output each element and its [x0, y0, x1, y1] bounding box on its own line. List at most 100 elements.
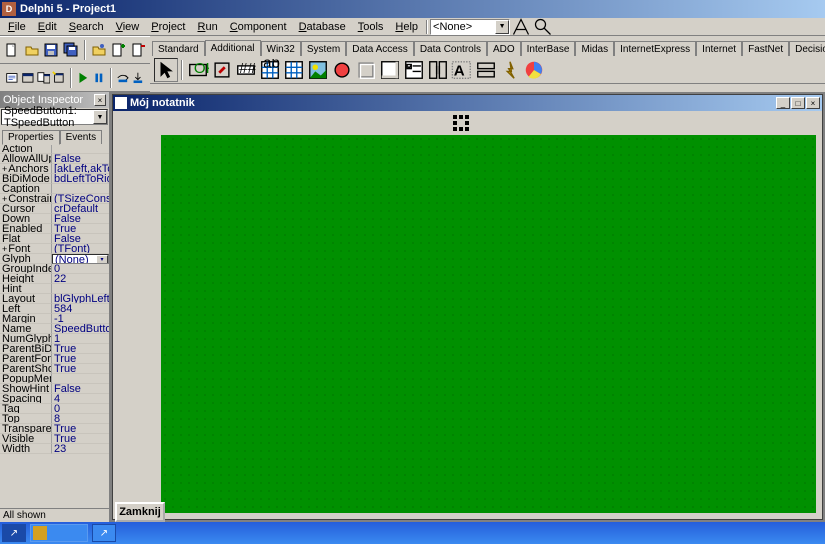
- menu-file[interactable]: File: [2, 20, 32, 34]
- prop-value[interactable]: -1: [52, 314, 109, 324]
- palette-tab-data-controls[interactable]: Data Controls: [414, 41, 487, 56]
- menu-database[interactable]: Database: [293, 20, 352, 34]
- prop-row-enabled[interactable]: EnabledTrue: [0, 224, 109, 234]
- prop-row-showhint[interactable]: ShowHintFalse: [0, 384, 109, 394]
- tab-properties[interactable]: Properties: [2, 130, 60, 145]
- palette-tab-interbase[interactable]: InterBase: [521, 41, 576, 56]
- prop-row-glyph[interactable]: Glyph(None)▾: [0, 254, 109, 264]
- prop-value[interactable]: False: [52, 214, 109, 224]
- comp-checklistbox-icon[interactable]: [402, 58, 426, 82]
- palette-tab-midas[interactable]: Midas: [575, 41, 614, 56]
- palette-tab-decision-cube[interactable]: Decision Cube: [789, 41, 825, 56]
- menu-view[interactable]: View: [110, 20, 146, 34]
- prop-row-width[interactable]: Width23: [0, 444, 109, 454]
- inspector-selector[interactable]: SpeedButton1: TSpeedButton ▼: [1, 109, 108, 125]
- prop-value[interactable]: bdLeftToRight: [52, 174, 109, 184]
- prop-value[interactable]: True: [52, 344, 109, 354]
- prop-row-flat[interactable]: FlatFalse: [0, 234, 109, 244]
- prop-row-action[interactable]: Action: [0, 144, 109, 154]
- prop-row-hint[interactable]: Hint: [0, 284, 109, 294]
- palette-tab-fastnet[interactable]: FastNet: [742, 41, 789, 56]
- comp-statictext-icon[interactable]: A: [450, 58, 474, 82]
- form-client[interactable]: Zamknij: [113, 111, 822, 519]
- property-grid[interactable]: ActionAllowAllUpFalse+Anchors[akLeft,akT…: [0, 144, 109, 508]
- prop-value[interactable]: [52, 184, 109, 194]
- prop-value[interactable]: 1: [52, 334, 109, 344]
- palette-tab-ado[interactable]: ADO: [487, 41, 521, 56]
- prop-row-visible[interactable]: VisibleTrue: [0, 434, 109, 444]
- viewform-icon[interactable]: [20, 66, 36, 90]
- prop-row-parentbidimode[interactable]: ParentBiDiModeTrue: [0, 344, 109, 354]
- prop-row-top[interactable]: Top8: [0, 414, 109, 424]
- comp-drawgrid-icon[interactable]: [282, 58, 306, 82]
- addfile-icon[interactable]: [109, 39, 129, 61]
- prop-value[interactable]: True: [52, 354, 109, 364]
- newform-icon[interactable]: [51, 66, 67, 90]
- tab-events[interactable]: Events: [60, 130, 103, 144]
- prop-value[interactable]: SpeedButton1: [52, 324, 109, 334]
- open-icon[interactable]: [22, 39, 42, 61]
- project-combo[interactable]: <None> ▼: [430, 19, 510, 35]
- toggle-icon[interactable]: [36, 66, 52, 90]
- taskbar-item[interactable]: ↗: [2, 524, 26, 542]
- prop-row-numglyphs[interactable]: NumGlyphs1: [0, 334, 109, 344]
- comp-bitbtn-icon[interactable]: OK: [186, 58, 210, 82]
- prop-row-left[interactable]: Left584: [0, 304, 109, 314]
- comp-chart-icon[interactable]: [522, 58, 546, 82]
- menu-help[interactable]: Help: [389, 20, 424, 34]
- form-titlebar[interactable]: Mój notatnik _ □ ×: [113, 95, 822, 111]
- prop-row-constraints[interactable]: +Constraints(TSizeConstraints): [0, 194, 109, 204]
- save-icon[interactable]: [41, 39, 61, 61]
- palette-tab-win32[interactable]: Win32: [261, 41, 301, 56]
- pause-icon[interactable]: [91, 66, 107, 90]
- run-icon[interactable]: [75, 66, 91, 90]
- comp-image-icon[interactable]: [306, 58, 330, 82]
- prop-row-bidimode[interactable]: BiDiModebdLeftToRight: [0, 174, 109, 184]
- comp-bevel-icon[interactable]: [354, 58, 378, 82]
- saveall-icon[interactable]: [61, 39, 81, 61]
- prop-row-down[interactable]: DownFalse: [0, 214, 109, 224]
- comp-controlbar-icon[interactable]: [474, 58, 498, 82]
- prop-row-parentshowhint[interactable]: ParentShowHintTrue: [0, 364, 109, 374]
- prop-value[interactable]: blGlyphLeft: [52, 294, 109, 304]
- prop-value[interactable]: (None)▾: [52, 254, 109, 264]
- stepinto-icon[interactable]: [130, 66, 146, 90]
- prop-value[interactable]: True: [52, 424, 109, 434]
- prop-value[interactable]: 22: [52, 274, 109, 284]
- comp-speedbtn-icon[interactable]: [210, 58, 234, 82]
- prop-value[interactable]: 0: [52, 264, 109, 274]
- openproj-icon[interactable]: [89, 39, 109, 61]
- palette-tab-additional[interactable]: Additional: [205, 40, 261, 56]
- prop-value[interactable]: (TFont): [52, 244, 109, 254]
- new-icon[interactable]: [2, 39, 22, 61]
- minimize-icon[interactable]: _: [776, 97, 790, 109]
- comp-splitter-icon[interactable]: [426, 58, 450, 82]
- prop-value[interactable]: True: [52, 224, 109, 234]
- prop-row-tag[interactable]: Tag0: [0, 404, 109, 414]
- menu-search[interactable]: Search: [63, 20, 110, 34]
- prop-row-margin[interactable]: Margin-1: [0, 314, 109, 324]
- prop-value[interactable]: 4: [52, 394, 109, 404]
- viewunit-icon[interactable]: [4, 66, 20, 90]
- prop-row-caption[interactable]: Caption: [0, 184, 109, 194]
- palette-tab-system[interactable]: System: [301, 41, 346, 56]
- maximize-icon[interactable]: □: [791, 97, 805, 109]
- toolbar-btn-a[interactable]: [511, 18, 531, 36]
- prop-value[interactable]: [52, 144, 109, 154]
- prop-value[interactable]: (TSizeConstraints): [52, 194, 109, 204]
- memo-component[interactable]: [161, 135, 816, 513]
- prop-value[interactable]: [52, 284, 109, 294]
- prop-row-transparent[interactable]: TransparentTrue: [0, 424, 109, 434]
- close-icon[interactable]: ×: [806, 97, 820, 109]
- prop-row-allowallup[interactable]: AllowAllUpFalse: [0, 154, 109, 164]
- menu-project[interactable]: Project: [145, 20, 191, 34]
- prop-value[interactable]: 584: [52, 304, 109, 314]
- prop-value[interactable]: 0: [52, 404, 109, 414]
- menu-edit[interactable]: Edit: [32, 20, 63, 34]
- comp-scrollbox-icon[interactable]: [378, 58, 402, 82]
- prop-row-name[interactable]: NameSpeedButton1: [0, 324, 109, 334]
- close-button[interactable]: Zamknij: [115, 502, 165, 522]
- selection-handles[interactable]: [453, 115, 469, 131]
- prop-row-height[interactable]: Height22: [0, 274, 109, 284]
- removefile-icon[interactable]: [128, 39, 148, 61]
